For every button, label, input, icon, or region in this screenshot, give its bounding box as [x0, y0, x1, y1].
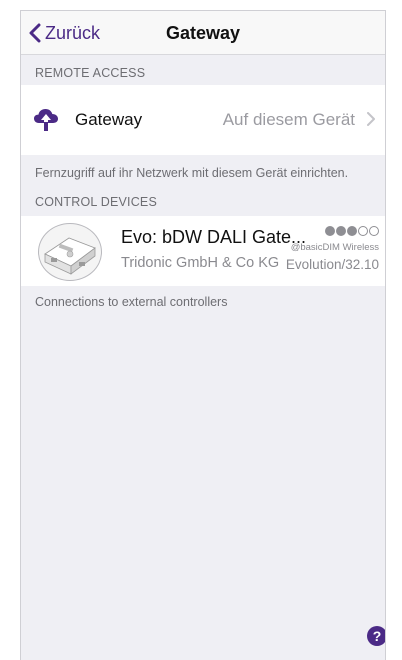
signal-dot-icon [347, 226, 357, 236]
chevron-right-icon [367, 112, 375, 126]
gateway-row[interactable]: Gateway Auf diesem Gerät [21, 85, 385, 155]
cloud-upload-icon [34, 109, 58, 131]
chevron-left-icon [29, 23, 41, 43]
help-icon: ? [372, 628, 382, 644]
signal-strength-indicator [325, 226, 379, 236]
device-name: Evo: bDW DALI Gate... [121, 227, 307, 247]
help-button[interactable]: ? [367, 626, 385, 646]
device-version: Evolution/32.10 [285, 257, 379, 272]
gateway-device-image [44, 237, 96, 275]
control-devices-footer: Connections to external controllers [35, 295, 228, 309]
gateway-label: Gateway [75, 110, 143, 129]
app-screen: Zurück Gateway REMOTE ACCESS Gateway Auf… [20, 10, 386, 660]
signal-dot-icon [325, 226, 335, 236]
back-button-label: Zurück [45, 22, 101, 43]
signal-dot-icon [369, 226, 379, 236]
signal-dot-icon [336, 226, 346, 236]
gateway-value: Auf diesem Gerät [222, 110, 355, 129]
signal-dot-icon [358, 226, 368, 236]
device-protocol: @basicDIM Wireless [290, 242, 379, 253]
remote-access-footer: Fernzugriff auf ihr Netzwerk mit diesem … [35, 166, 349, 180]
device-row[interactable]: Evo: bDW DALI Gate... Tridonic GmbH & Co… [21, 216, 385, 286]
device-vendor: Tridonic GmbH & Co KG [121, 255, 280, 271]
back-button[interactable]: Zurück [29, 20, 100, 46]
navigation-bar: Zurück Gateway [21, 11, 385, 55]
device-image [38, 223, 102, 281]
